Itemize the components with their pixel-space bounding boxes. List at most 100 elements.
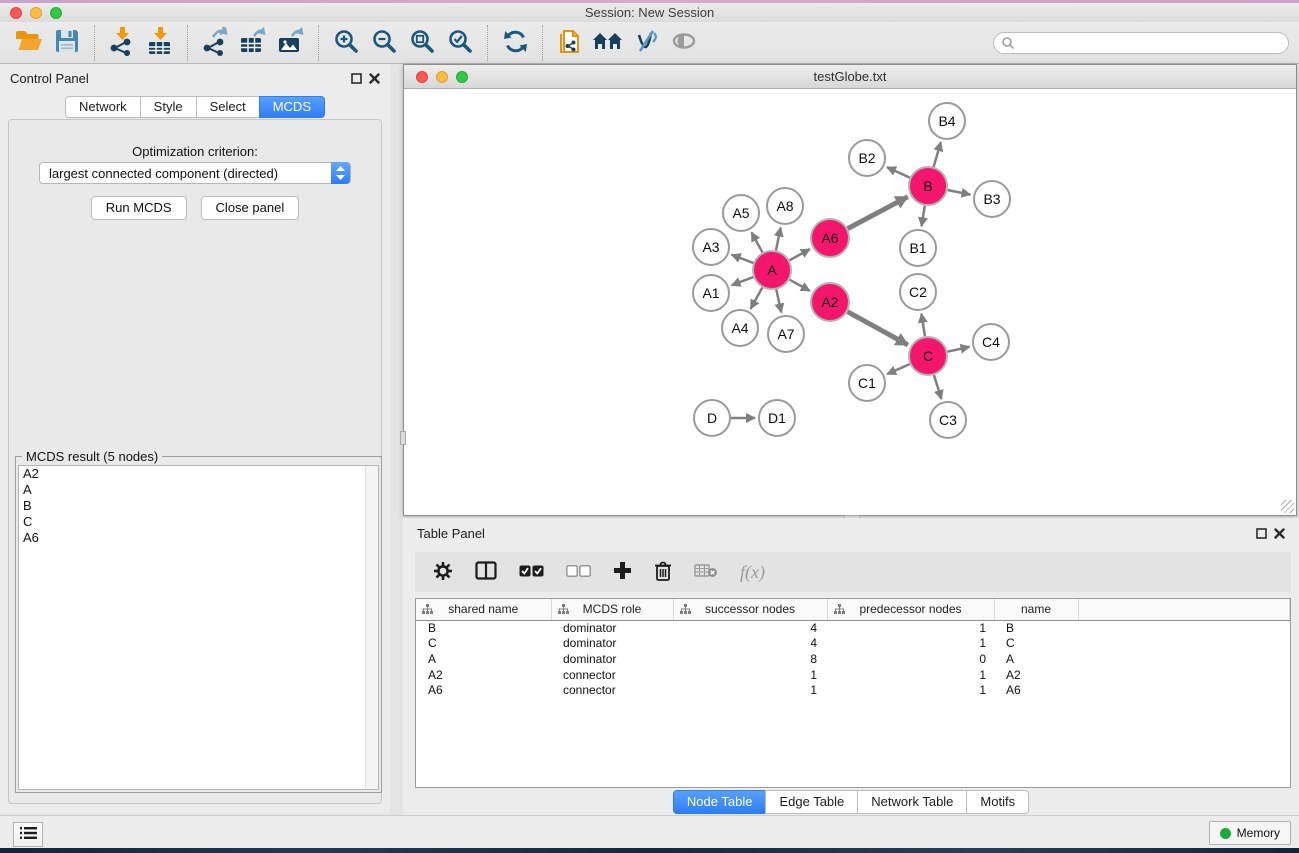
graph-node-B1[interactable]: B1 <box>900 230 936 266</box>
mcds-result-list[interactable]: A2ABCA6 <box>18 465 379 790</box>
graph-edge-B-B4[interactable] <box>934 142 941 167</box>
float-table-panel-icon[interactable] <box>1256 528 1267 539</box>
table-cell[interactable]: 1 <box>827 667 994 683</box>
table-cell[interactable]: A6 <box>416 682 551 698</box>
deselect-all-button[interactable] <box>566 565 591 580</box>
eye-button[interactable] <box>665 25 703 61</box>
graph-edge-A-A3[interactable] <box>732 255 754 263</box>
export-table-button[interactable] <box>234 25 272 61</box>
graph-node-B2[interactable]: B2 <box>849 140 885 176</box>
add-column-button[interactable] <box>613 561 632 583</box>
tab-style[interactable]: Style <box>140 96 197 118</box>
graph-node-C[interactable]: C <box>909 337 947 375</box>
search-input[interactable] <box>993 32 1289 54</box>
table-cell[interactable]: connector <box>551 667 673 683</box>
table-cell[interactable]: 1 <box>827 636 994 652</box>
graph-edge-A-A7[interactable] <box>776 290 781 313</box>
graph-node-D1[interactable]: D1 <box>759 400 795 436</box>
graph-edge-B-B1[interactable] <box>922 206 925 227</box>
graph-node-C4[interactable]: C4 <box>973 324 1009 360</box>
table-row[interactable]: A6connector11A6 <box>416 682 1290 698</box>
save-session-button[interactable] <box>48 25 86 61</box>
table-cell[interactable]: C <box>416 636 551 652</box>
tab-network[interactable]: Network <box>65 96 141 118</box>
mcds-result-item[interactable]: A2 <box>19 466 378 482</box>
table-row[interactable]: A2connector11A2 <box>416 667 1290 683</box>
table-cell[interactable]: connector <box>551 682 673 698</box>
graph-edge-A6-B[interactable] <box>848 197 908 229</box>
export-network-button[interactable] <box>196 25 234 61</box>
network-window-titlebar[interactable]: testGlobe.txt <box>404 65 1296 89</box>
network-canvas[interactable]: B4B2BB3A5A8A6A3B1AA1C2A2A4A7C4CC1DD1C3 <box>404 89 1296 515</box>
graph-node-B3[interactable]: B3 <box>974 181 1010 217</box>
table-cell[interactable]: 1 <box>673 667 827 683</box>
graph-edge-A-A5[interactable] <box>752 232 763 252</box>
import-table-button[interactable] <box>141 25 179 61</box>
graph-node-C3[interactable]: C3 <box>930 402 966 438</box>
import-network-button[interactable] <box>103 25 141 61</box>
graph-node-D[interactable]: D <box>694 400 730 436</box>
graph-edge-C-C3[interactable] <box>934 375 941 399</box>
graph-edge-A2-C[interactable] <box>848 312 908 345</box>
mcds-result-item[interactable]: B <box>19 498 378 514</box>
table-cell[interactable]: dominator <box>551 636 673 652</box>
table-cell[interactable]: A2 <box>416 667 551 683</box>
close-panel-icon[interactable] <box>369 73 380 84</box>
graph-node-C2[interactable]: C2 <box>900 274 936 310</box>
criterion-select[interactable]: largest connected component (directed) <box>39 162 351 184</box>
graph-edge-C-C2[interactable] <box>921 314 925 337</box>
table-row[interactable]: Adominator80A <box>416 651 1290 667</box>
mcds-result-item[interactable]: C <box>19 514 378 530</box>
table-row[interactable]: Bdominator41B <box>416 620 1290 636</box>
graph-edge-A-A2[interactable] <box>790 280 810 291</box>
float-panel-icon[interactable] <box>351 73 362 84</box>
table-cell[interactable]: 0 <box>827 651 994 667</box>
graph-node-A4[interactable]: A4 <box>722 310 758 346</box>
zoom-selected-button[interactable] <box>441 25 479 61</box>
tab-network-table[interactable]: Network Table <box>857 790 967 814</box>
graph-node-A[interactable]: A <box>753 251 791 289</box>
graph-node-A8[interactable]: A8 <box>767 188 803 224</box>
copy-network-button[interactable] <box>551 25 589 61</box>
refresh-button[interactable] <box>496 25 534 61</box>
tab-mcds[interactable]: MCDS <box>259 96 325 118</box>
tab-motifs[interactable]: Motifs <box>966 790 1029 814</box>
table-cell[interactable]: 1 <box>827 620 994 636</box>
graph-node-C1[interactable]: C1 <box>849 365 885 401</box>
table-cell[interactable]: 8 <box>673 651 827 667</box>
graph-node-A6[interactable]: A6 <box>811 219 849 257</box>
settings-button[interactable] <box>433 561 453 584</box>
graph-node-A2[interactable]: A2 <box>811 283 849 321</box>
delete-table-button[interactable] <box>694 563 718 582</box>
function-builder-button[interactable]: f(x) <box>740 562 765 583</box>
graph-edge-A-A6[interactable] <box>790 249 810 260</box>
table-cell[interactable]: 1 <box>827 682 994 698</box>
mcds-result-item[interactable]: A <box>19 482 378 498</box>
select-all-button[interactable] <box>519 565 544 580</box>
graph-edge-B-B3[interactable] <box>948 190 971 195</box>
graph-node-A5[interactable]: A5 <box>723 195 759 231</box>
close-panel-button[interactable]: Close panel <box>201 196 300 220</box>
graph-edge-A-A8[interactable] <box>776 228 781 251</box>
table-cell[interactable]: dominator <box>551 620 673 636</box>
table-cell[interactable]: A <box>416 651 551 667</box>
close-table-panel-icon[interactable] <box>1274 528 1285 539</box>
graph-edge-A-A4[interactable] <box>751 288 763 309</box>
column-header-predecessor-nodes[interactable]: predecessor nodes <box>827 599 994 620</box>
table-cell[interactable]: A2 <box>994 667 1078 683</box>
tab-node-table[interactable]: Node Table <box>673 790 767 814</box>
graph-node-A1[interactable]: A1 <box>693 275 729 311</box>
graph-edge-B-B2[interactable] <box>887 167 910 177</box>
zoom-fit-button[interactable] <box>403 25 441 61</box>
graph-node-A3[interactable]: A3 <box>693 229 729 265</box>
graph-edge-C-C1[interactable] <box>887 364 910 374</box>
graph-node-A7[interactable]: A7 <box>768 316 804 352</box>
table-cell[interactable]: B <box>416 620 551 636</box>
table-cell[interactable]: 1 <box>673 682 827 698</box>
export-image-button[interactable] <box>272 25 310 61</box>
column-header-shared-name[interactable]: shared name <box>416 599 551 620</box>
graph-node-B[interactable]: B <box>909 167 947 205</box>
column-header-successor-nodes[interactable]: successor nodes <box>673 599 827 620</box>
column-header-name[interactable]: name <box>994 599 1078 620</box>
tab-select[interactable]: Select <box>196 96 260 118</box>
